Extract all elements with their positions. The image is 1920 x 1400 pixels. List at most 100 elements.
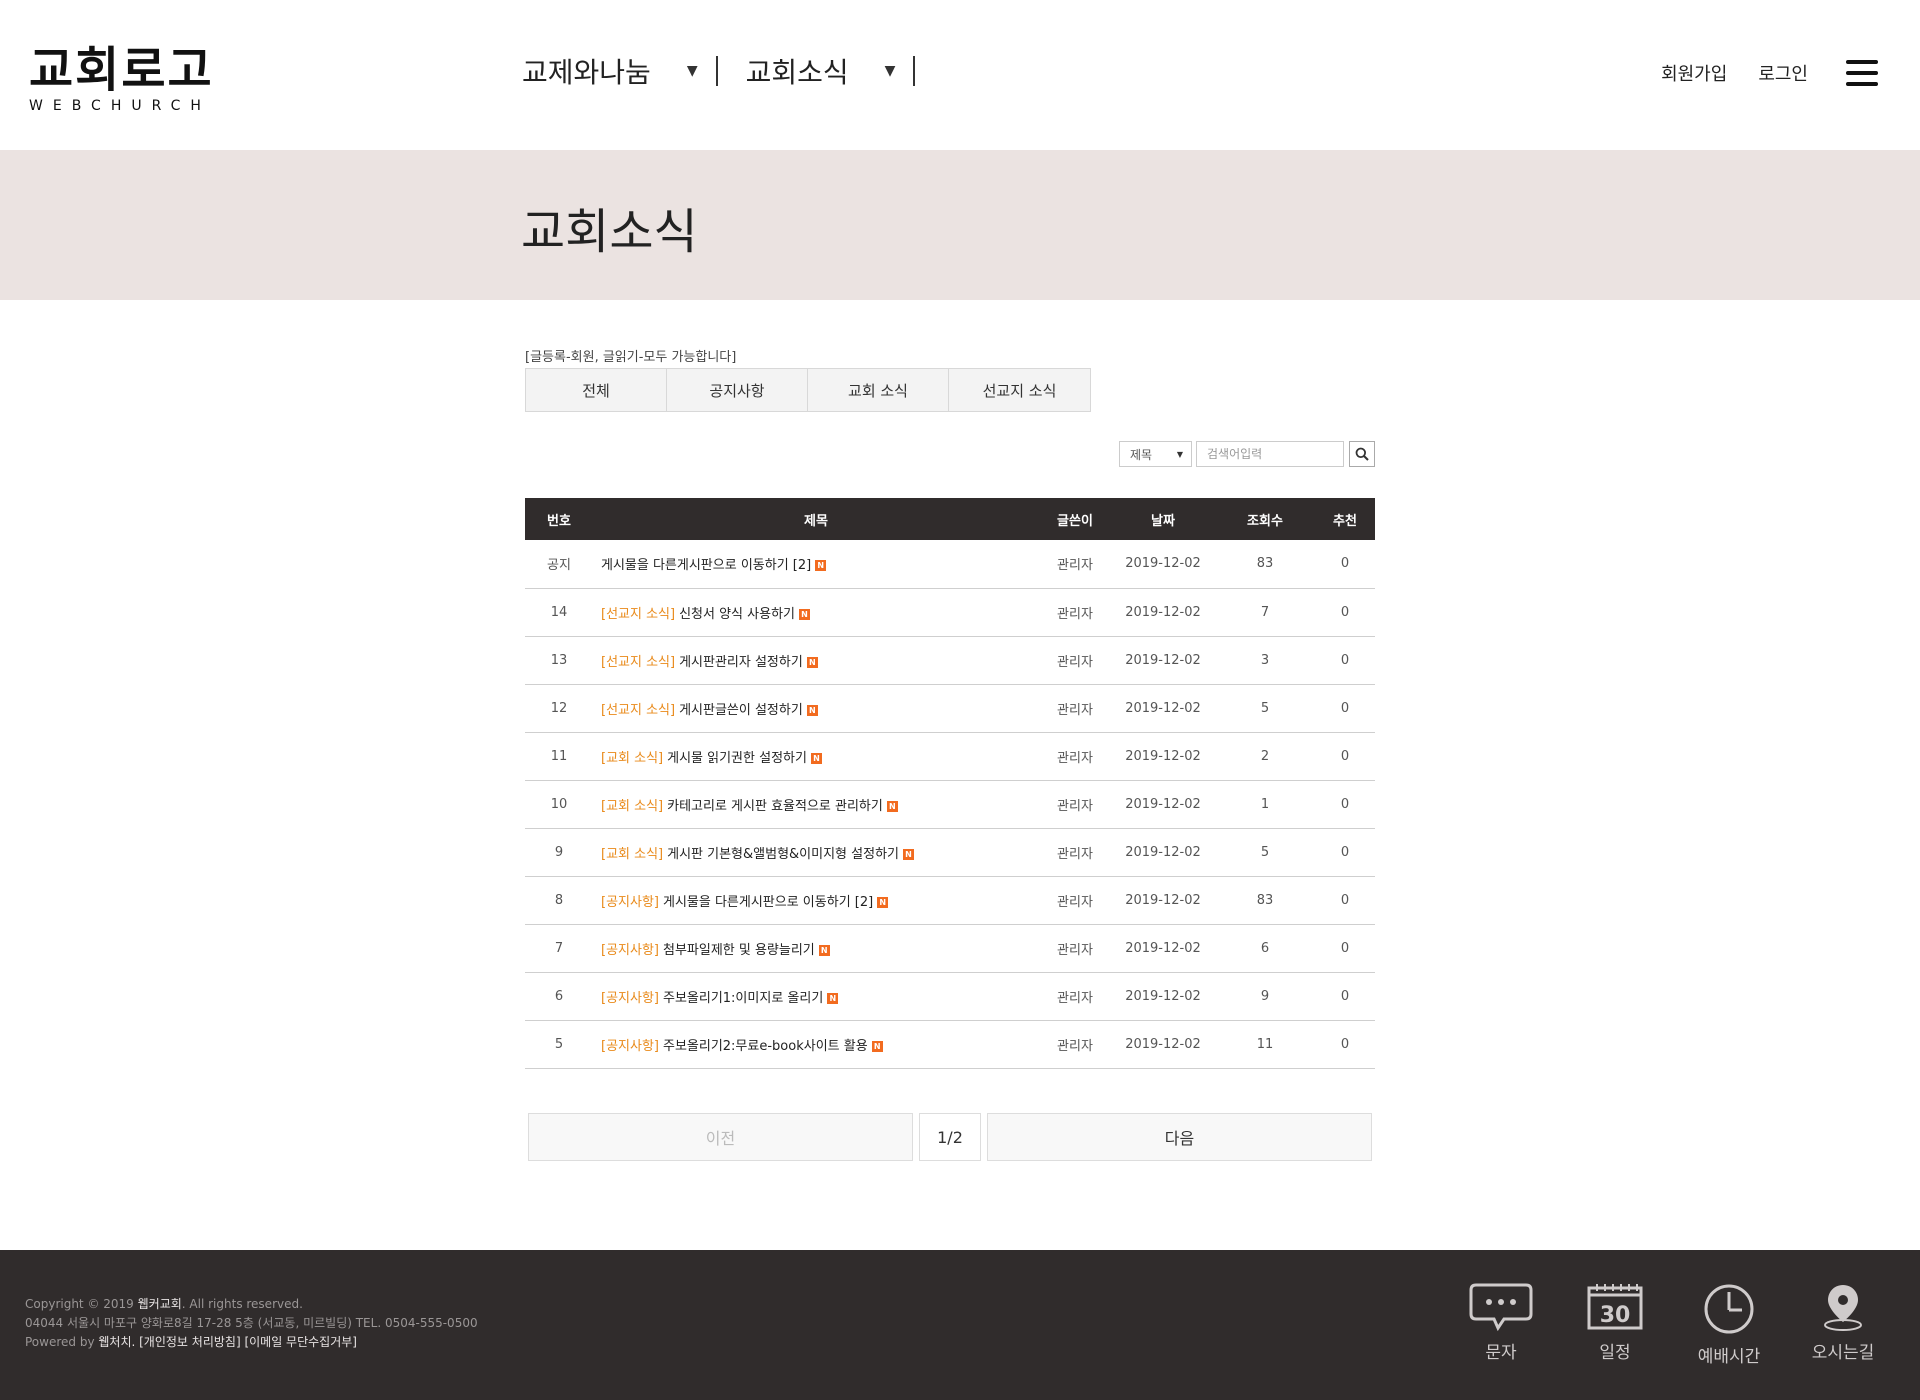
cell-likes: 0 [1315, 780, 1375, 829]
cell-title[interactable]: [교회 소식] 게시물 읽기권한 설정하기 N [593, 732, 1039, 781]
column-header-number: 번호 [547, 513, 571, 529]
cell-title[interactable]: [공지사항] 게시물을 다른게시판으로 이동하기 [2] N [593, 876, 1039, 925]
cell-number: 6 [525, 972, 593, 1021]
nav-item-church-news[interactable]: 교회소식 ▼ [746, 48, 944, 94]
cell-title[interactable]: 게시물을 다른게시판으로 이동하기 [2] N [593, 540, 1039, 589]
cell-likes: 0 [1315, 828, 1375, 877]
search-input[interactable] [1196, 441, 1344, 467]
post-category[interactable]: [교회 소식] [601, 751, 663, 766]
cell-title[interactable]: [선교지 소식] 게시판글쓴이 설정하기 N [593, 684, 1039, 733]
cell-date: 2019-12-02 [1111, 924, 1215, 973]
cell-number: 7 [525, 924, 593, 973]
login-link[interactable]: 로그인 [1758, 60, 1808, 86]
cell-title[interactable]: [선교지 소식] 게시판관리자 설정하기 N [593, 636, 1039, 685]
cell-likes: 0 [1315, 876, 1375, 925]
prev-page-button[interactable]: 이전 [528, 1113, 913, 1161]
search-field-value: 제목 [1130, 447, 1153, 462]
table-row[interactable]: 공지 게시물을 다른게시판으로 이동하기 [2] N 관리자 2019-12-02 83 0 [525, 540, 1375, 589]
powered-by-link[interactable]: 웹처치 [98, 1335, 131, 1349]
post-category[interactable]: [선교지 소식] [601, 607, 675, 622]
next-page-button[interactable]: 다음 [987, 1113, 1372, 1161]
post-title-link[interactable]: 게시판글쓴이 설정하기 [679, 703, 803, 718]
cell-title[interactable]: [공지사항] 주보올리기1:이미지로 올리기 N [593, 972, 1039, 1021]
cell-title[interactable]: [교회 소식] 카테고리로 게시판 효율적으로 관리하기 N [593, 780, 1039, 829]
hamburger-menu-icon[interactable] [1846, 60, 1878, 86]
post-title-link[interactable]: 신청서 양식 사용하기 [679, 607, 795, 622]
table-row[interactable]: 14 [선교지 소식] 신청서 양식 사용하기 N 관리자 2019-12-02 7 0 [525, 588, 1375, 637]
search-field-select[interactable]: 제목 ▼ [1119, 441, 1192, 467]
post-title-link[interactable]: 게시물을 다른게시판으로 이동하기 [2] [663, 895, 873, 910]
post-category[interactable]: [공지사항] [601, 895, 659, 910]
post-title-link[interactable]: 게시판 기본형&앨범형&이미지형 설정하기 [667, 847, 899, 862]
table-row[interactable]: 12 [선교지 소식] 게시판글쓴이 설정하기 N 관리자 2019-12-02 5 0 [525, 684, 1375, 733]
post-title-link[interactable]: 게시물을 다른게시판으로 이동하기 [2] [601, 558, 811, 573]
quick-link-worship-time[interactable]: 예배시간 [1672, 1282, 1786, 1367]
tab-notice[interactable]: 공지사항 [667, 369, 808, 411]
table-row[interactable]: 5 [공지사항] 주보올리기2:무료e-book사이트 활용 N 관리자 2019-12-… [525, 1020, 1375, 1069]
dropdown-arrow-icon: ▼ [686, 63, 698, 79]
calendar-icon: 30 [1587, 1284, 1643, 1330]
quick-link-message[interactable]: 문자 [1444, 1282, 1558, 1367]
tab-church-news[interactable]: 교회 소식 [808, 369, 949, 411]
dropdown-arrow-icon: ▼ [884, 63, 896, 79]
site-footer: Copyright © 2019 웹커교회. All rights reserv… [0, 1250, 1920, 1400]
cell-views: 83 [1215, 876, 1315, 925]
copyright-line: Copyright © 2019 웹커교회. All rights reserv… [25, 1297, 303, 1311]
post-category[interactable]: [선교지 소식] [601, 655, 675, 670]
map-pin-icon [1824, 1285, 1862, 1331]
post-title-link[interactable]: 게시판관리자 설정하기 [679, 655, 803, 670]
post-title-link[interactable]: 주보올리기2:무료e-book사이트 활용 [663, 1039, 868, 1054]
table-row[interactable]: 8 [공지사항] 게시물을 다른게시판으로 이동하기 [2] N 관리자 2019-12-… [525, 876, 1375, 925]
post-title-link[interactable]: 첨부파일제한 및 용량늘리기 [663, 943, 815, 958]
cell-author: 관리자 [1039, 780, 1111, 829]
post-category[interactable]: [교회 소식] [601, 847, 663, 862]
cell-author: 관리자 [1039, 876, 1111, 925]
cell-author: 관리자 [1039, 588, 1111, 637]
cell-views: 11 [1215, 1020, 1315, 1069]
cell-title[interactable]: [공지사항] 첨부파일제한 및 용량늘리기 N [593, 924, 1039, 973]
table-row[interactable]: 7 [공지사항] 첨부파일제한 및 용량늘리기 N 관리자 2019-12-02 6 0 [525, 924, 1375, 973]
tab-mission-news[interactable]: 선교지 소식 [949, 369, 1090, 411]
post-title-link[interactable]: 주보올리기1:이미지로 올리기 [663, 991, 823, 1006]
cell-likes: 0 [1315, 924, 1375, 973]
table-row[interactable]: 9 [교회 소식] 게시판 기본형&앨범형&이미지형 설정하기 N 관리자 2019-12… [525, 828, 1375, 877]
new-post-icon: N [798, 608, 810, 620]
cell-title[interactable]: [선교지 소식] 신청서 양식 사용하기 N [593, 588, 1039, 637]
cell-likes: 0 [1315, 1020, 1375, 1069]
select-arrow-icon: ▼ [1176, 449, 1183, 459]
pagination: 이전 1/2 다음 [528, 1113, 1372, 1161]
post-category[interactable]: [공지사항] [601, 991, 659, 1006]
post-category[interactable]: [교회 소식] [601, 799, 663, 814]
tab-all[interactable]: 전체 [526, 369, 667, 411]
privacy-links[interactable]: . [개인정보 처리방침] [이메일 무단수집거부] [132, 1335, 357, 1349]
cell-views: 3 [1215, 636, 1315, 685]
post-title-link[interactable]: 카테고리로 게시판 효율적으로 관리하기 [667, 799, 883, 814]
post-category[interactable]: [공지사항] [601, 943, 659, 958]
nav-item-fellowship[interactable]: 교제와나눔 ▼ [522, 48, 746, 94]
table-row[interactable]: 13 [선교지 소식] 게시판관리자 설정하기 N 관리자 2019-12-02 3 0 [525, 636, 1375, 685]
signup-link[interactable]: 회원가입 [1661, 60, 1727, 86]
clock-icon [1704, 1284, 1754, 1334]
cell-number: 8 [525, 876, 593, 925]
post-category[interactable]: [공지사항] [601, 1039, 659, 1054]
church-logo[interactable]: 교회로고 WEBCHURCH [29, 44, 214, 114]
quick-link-directions[interactable]: 오시는길 [1786, 1282, 1900, 1367]
cell-author: 관리자 [1039, 636, 1111, 685]
search-button[interactable] [1349, 441, 1375, 467]
table-row[interactable]: 11 [교회 소식] 게시물 읽기권한 설정하기 N 관리자 2019-12-02 2 0 [525, 732, 1375, 781]
table-row[interactable]: 10 [교회 소식] 카테고리로 게시판 효율적으로 관리하기 N 관리자 2019-12… [525, 780, 1375, 829]
post-category[interactable]: [선교지 소식] [601, 703, 675, 718]
cell-author: 관리자 [1039, 924, 1111, 973]
quick-link-schedule[interactable]: 30 일정 [1558, 1282, 1672, 1367]
post-title-link[interactable]: 게시물 읽기권한 설정하기 [667, 751, 807, 766]
cell-likes: 0 [1315, 684, 1375, 733]
nav-divider [715, 56, 718, 86]
cell-title[interactable]: [공지사항] 주보올리기2:무료e-book사이트 활용 N [593, 1020, 1039, 1069]
cell-views: 5 [1215, 828, 1315, 877]
column-header-date: 날짜 [1151, 513, 1175, 529]
cell-views: 2 [1215, 732, 1315, 781]
cell-date: 2019-12-02 [1111, 588, 1215, 637]
cell-title[interactable]: [교회 소식] 게시판 기본형&앨범형&이미지형 설정하기 N [593, 828, 1039, 877]
quick-label: 일정 [1599, 1343, 1631, 1363]
table-row[interactable]: 6 [공지사항] 주보올리기1:이미지로 올리기 N 관리자 2019-12-02 9 0 [525, 972, 1375, 1021]
